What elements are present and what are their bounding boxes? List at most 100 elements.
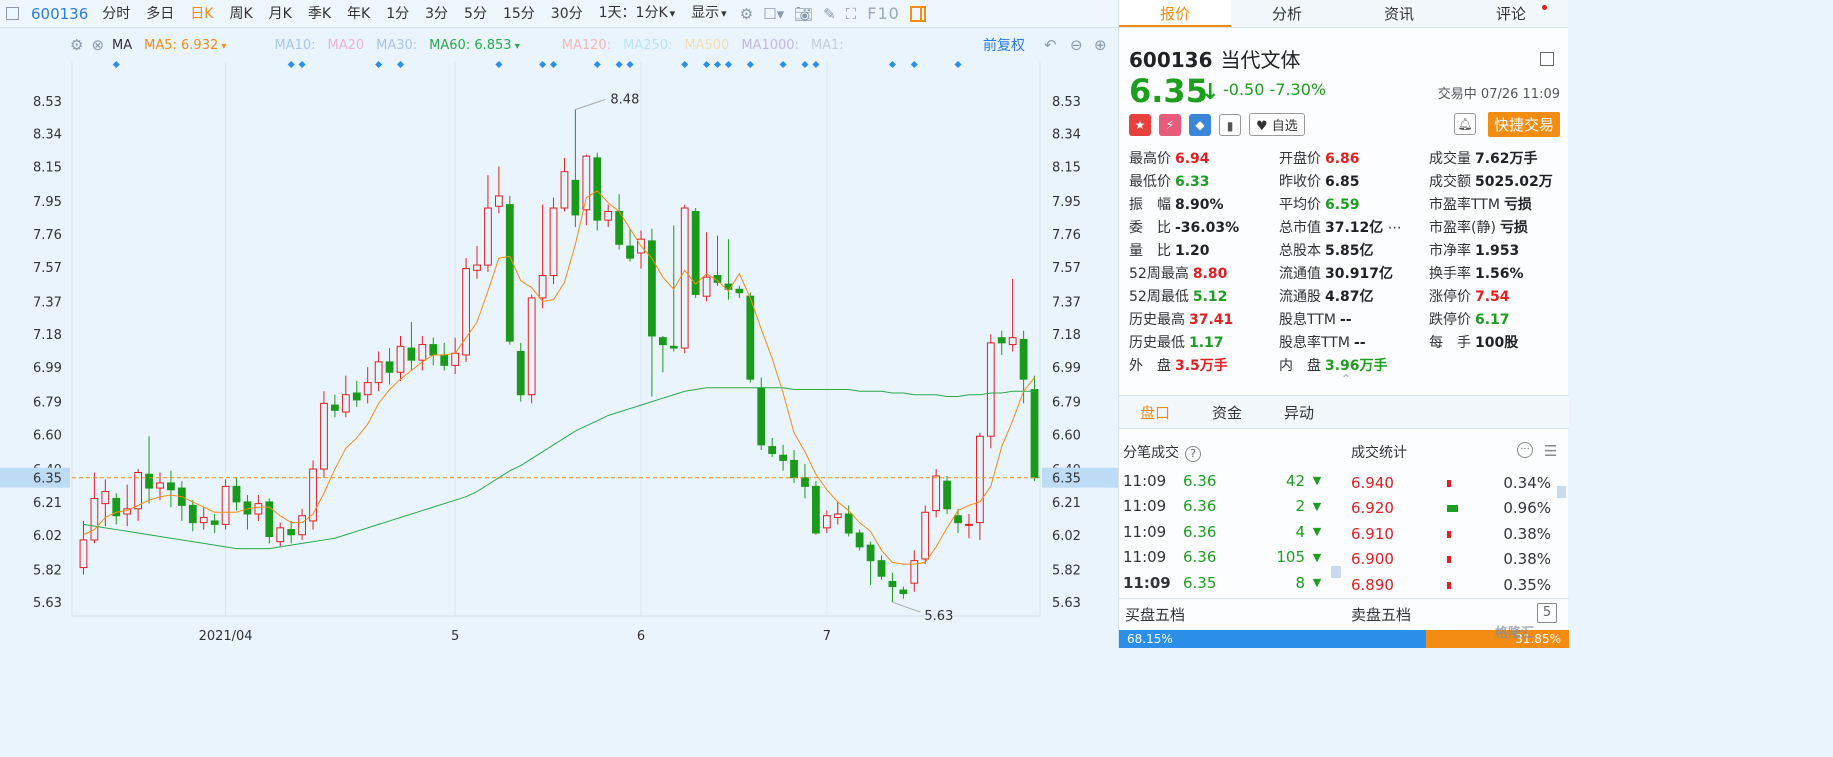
draw-rect-icon[interactable]: ☐▾ [758,5,789,23]
more-icon[interactable]: ··· [1517,442,1533,458]
trades-scrollbar[interactable] [1331,566,1341,578]
f10-button[interactable]: F10 [861,4,906,23]
stock-name: 当代文体 [1220,48,1301,72]
ma-label[interactable]: MA [112,38,132,53]
stats-row: 量 比 1.20 总股本 5.85亿 市净率 1.953 [1129,240,1569,263]
stat-label: 跌停价 [1429,312,1471,328]
tag-icon[interactable]: ◆ [1189,113,1211,136]
ma250-value[interactable]: MA250: [623,38,672,53]
stat-label: 平均价 [1279,197,1321,213]
list-icon[interactable]: ☰ [1544,442,1557,460]
panel-layout-icon[interactable] [909,5,926,22]
alert-bell-icon[interactable]: 🔔︎ [1454,113,1476,135]
order-subtab[interactable]: 资金 [1191,396,1263,428]
trade-volume: 4 [1295,522,1305,541]
period-tab[interactable]: 分时 [94,0,138,27]
volume-bar-fill [1447,479,1451,487]
trade-time: 11:09 [1123,471,1167,490]
adjust-button[interactable]: 前复权 [983,35,1025,55]
margin-trading-icon[interactable]: ⚡ [1159,113,1181,136]
candle-body [669,345,678,349]
depth-toggle-icon[interactable]: 5 [1537,603,1557,623]
stat-label: 量 比 [1129,243,1171,259]
stat-value: 亏损 [1499,220,1528,236]
zoom-out-icon[interactable]: ⊖ [1070,36,1083,54]
candle-body [954,515,962,524]
y-tick-label-left: 6.60 [33,428,62,443]
stat-cell: 52周最低 5.12 [1129,286,1279,309]
period-tab[interactable]: 年K [339,0,378,27]
panel-menu-icon[interactable] [1540,52,1554,66]
stat-value: 1.17 [1189,335,1224,351]
ma1000-value[interactable]: MA1000: [741,38,799,53]
stat-value: 8.90% [1175,197,1224,213]
candlestick-chart[interactable]: 8.53 8.53 8.34 8.34 8.15 8.15 7.95 7.95 7.76 7.76… [0,56,1118,648]
zoom-in-icon[interactable]: ⊕ [1094,36,1107,54]
candle-body [855,532,864,548]
add-watchlist-button[interactable]: ♥ 自选 [1249,113,1305,136]
candle-body [440,354,449,366]
stat-label: 总市值 [1279,220,1321,236]
ma5-value[interactable]: MA5: 6.932 [144,38,226,53]
china-flag-icon[interactable]: ★ [1129,113,1151,136]
candle-body [451,352,460,366]
y-tick-label-left: 6.79 [33,396,62,411]
stat-label: 内 盘 [1279,358,1321,374]
fullscreen-icon[interactable]: ⛶ [841,5,862,23]
period-tab[interactable]: 月K [261,0,300,27]
ma1-value[interactable]: MA1: [811,38,844,53]
candle-body [79,539,88,569]
volume-row: 6.920 0.96% [1351,496,1551,522]
candle-body [494,195,503,207]
ma500-value[interactable]: MA500 [684,38,729,53]
period-tab[interactable]: 3分 [417,0,456,27]
ma-settings-icon[interactable]: ⚙ [70,36,83,54]
candle-body [658,337,667,346]
candle-body [997,337,1006,344]
period-tab[interactable]: 季K [300,0,339,27]
ma10-value[interactable]: MA10: [274,38,315,53]
ma120-value[interactable]: MA120: [562,38,611,53]
stat-label: 52周最高 [1129,266,1189,282]
panel-tab[interactable]: 报价 [1119,0,1231,27]
period-tab[interactable]: 周K [221,0,260,27]
candle-body [615,210,624,245]
ma60-value[interactable]: MA60: 6.853 [429,38,520,53]
period-tab[interactable]: 多日 [138,0,182,27]
tick-trades-title: 分笔成交 [1123,445,1179,461]
collapse-caret-icon[interactable]: ⌃ [1341,372,1351,386]
ma30-value[interactable]: MA30: [376,38,417,53]
ma20-value[interactable]: MA20 [327,38,364,53]
period-tab[interactable]: 5分 [456,0,495,27]
period-tab[interactable]: 30分 [543,0,591,27]
period-tab[interactable]: 日K [182,0,221,27]
panel-tab[interactable]: 评论 [1455,0,1567,27]
period-tab[interactable]: 1分 [378,0,417,27]
panel-tab[interactable]: 资讯 [1343,0,1455,27]
period-tab[interactable]: 15分 [495,0,543,27]
pen-icon[interactable]: ✎ [818,5,841,23]
bookmark-icon[interactable]: ▮ [1219,113,1241,136]
display-menu[interactable]: 显示 [683,0,735,27]
settings-icon[interactable]: ⚙ [735,5,758,23]
quick-trade-button[interactable]: 快捷交易 [1487,112,1560,137]
stat-label: 52周最低 [1129,289,1189,305]
trading-status: 交易中 07/26 11:09 [1437,87,1560,102]
help-icon[interactable]: ? [1185,446,1201,462]
sidebar-toggle-icon[interactable] [6,7,19,20]
order-subtab[interactable]: 异动 [1263,396,1335,428]
current-price-label-right: 6.35 [1052,472,1081,487]
volume-bar-fill [1447,530,1452,538]
multi-day-mode-select[interactable]: 1天：1分K [591,0,684,27]
volume-scrollbar[interactable] [1557,486,1566,498]
stat-value: 亏损 [1503,197,1532,213]
order-subtab[interactable]: 盘口 [1119,396,1191,428]
ma-close-icon[interactable]: ⊗ [91,36,104,54]
more-dots-icon[interactable]: ⋯ [1383,220,1402,236]
stat-cell: 历史最高 37.41 [1129,309,1279,332]
camera-icon[interactable]: 📷︎ [789,5,818,23]
candle-body [352,392,361,401]
undo-icon[interactable]: ↶ [1044,36,1057,54]
trade-time: 11:09 [1123,548,1167,567]
panel-tab[interactable]: 分析 [1231,0,1343,27]
